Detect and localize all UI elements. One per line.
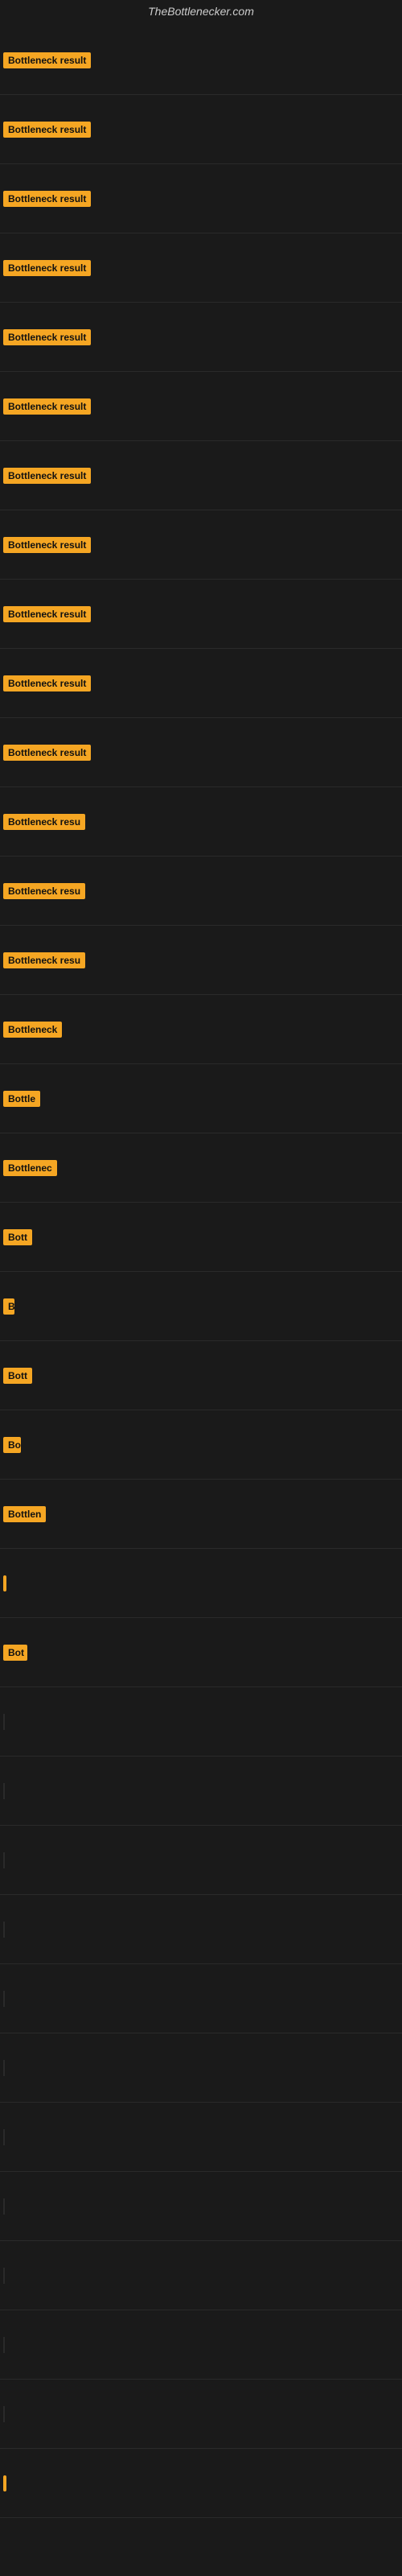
empty-row-indicator	[3, 2337, 5, 2353]
empty-row-indicator	[3, 1991, 5, 2007]
bottleneck-badge: Bo	[3, 1437, 21, 1453]
table-row	[0, 2380, 402, 2449]
empty-row-indicator	[3, 2268, 5, 2284]
table-row: Bottleneck result	[0, 164, 402, 233]
table-row	[0, 1687, 402, 1757]
bottleneck-badge: Bott	[3, 1229, 32, 1245]
empty-row-indicator	[3, 1852, 5, 1868]
table-row: Bottleneck	[0, 995, 402, 1064]
table-row: Bottleneck result	[0, 580, 402, 649]
table-row: Bo	[0, 1410, 402, 1480]
table-row: Bottleneck resu	[0, 787, 402, 857]
table-row	[0, 2103, 402, 2172]
table-row: Bottleneck result	[0, 510, 402, 580]
bottleneck-badge: Bottleneck resu	[3, 814, 85, 830]
empty-row-indicator	[3, 1714, 5, 1730]
table-row: Bottleneck resu	[0, 857, 402, 926]
table-row	[0, 1895, 402, 1964]
bottleneck-badge: Bottleneck resu	[3, 883, 85, 899]
table-row: Bottleneck result	[0, 441, 402, 510]
bottleneck-badge: Bottlen	[3, 1506, 46, 1522]
bottleneck-badge: Bot	[3, 1645, 27, 1661]
table-row	[0, 2172, 402, 2241]
bottleneck-badge: Bottleneck result	[3, 260, 91, 276]
table-row: Bottleneck resu	[0, 926, 402, 995]
table-row	[0, 1964, 402, 2033]
bottleneck-badge: Bottleneck result	[3, 398, 91, 415]
empty-row-indicator	[3, 1922, 5, 1938]
bottleneck-badge: Bottleneck result	[3, 191, 91, 207]
empty-row-indicator	[3, 2406, 5, 2422]
table-row: Bottleneck result	[0, 649, 402, 718]
table-row: Bottleneck result	[0, 233, 402, 303]
bottleneck-badge: B	[3, 1298, 14, 1315]
empty-row-indicator	[3, 2198, 5, 2215]
empty-row-indicator	[3, 1783, 5, 1799]
bottleneck-badge	[3, 1575, 6, 1591]
table-row: Bot	[0, 1618, 402, 1687]
table-row: Bott	[0, 1203, 402, 1272]
empty-row-indicator	[3, 2129, 5, 2145]
table-row	[0, 2241, 402, 2310]
bottleneck-badge: Bottleneck result	[3, 745, 91, 761]
table-row	[0, 2310, 402, 2380]
bottleneck-badge: Bottleneck result	[3, 468, 91, 484]
table-row: Bottleneck result	[0, 95, 402, 164]
table-row: Bottlen	[0, 1480, 402, 1549]
table-row: Bottlenec	[0, 1133, 402, 1203]
bottleneck-badge: Bottleneck result	[3, 606, 91, 622]
bottleneck-badge: Bottleneck resu	[3, 952, 85, 968]
bottleneck-badge	[3, 2475, 6, 2491]
empty-row-indicator	[3, 2060, 5, 2076]
bottleneck-badge: Bottlenec	[3, 1160, 57, 1176]
bottleneck-badge: Bottleneck result	[3, 329, 91, 345]
table-row: Bottleneck result	[0, 303, 402, 372]
table-row	[0, 2033, 402, 2103]
bottleneck-badge: Bottleneck	[3, 1022, 62, 1038]
table-row: Bottleneck result	[0, 26, 402, 95]
bottleneck-badge: Bottleneck result	[3, 122, 91, 138]
table-row: Bottle	[0, 1064, 402, 1133]
bottleneck-badge: Bottleneck result	[3, 675, 91, 691]
table-row	[0, 1549, 402, 1618]
bottleneck-badge: Bottle	[3, 1091, 40, 1107]
table-row: Bottleneck result	[0, 372, 402, 441]
table-row	[0, 2449, 402, 2518]
bottleneck-badge: Bottleneck result	[3, 52, 91, 68]
bottleneck-badge: Bottleneck result	[3, 537, 91, 553]
site-title: TheBottlenecker.com	[0, 0, 402, 26]
table-row	[0, 1757, 402, 1826]
table-row	[0, 1826, 402, 1895]
table-row: B	[0, 1272, 402, 1341]
bottleneck-badge: Bott	[3, 1368, 32, 1384]
table-row: Bott	[0, 1341, 402, 1410]
table-row: Bottleneck result	[0, 718, 402, 787]
